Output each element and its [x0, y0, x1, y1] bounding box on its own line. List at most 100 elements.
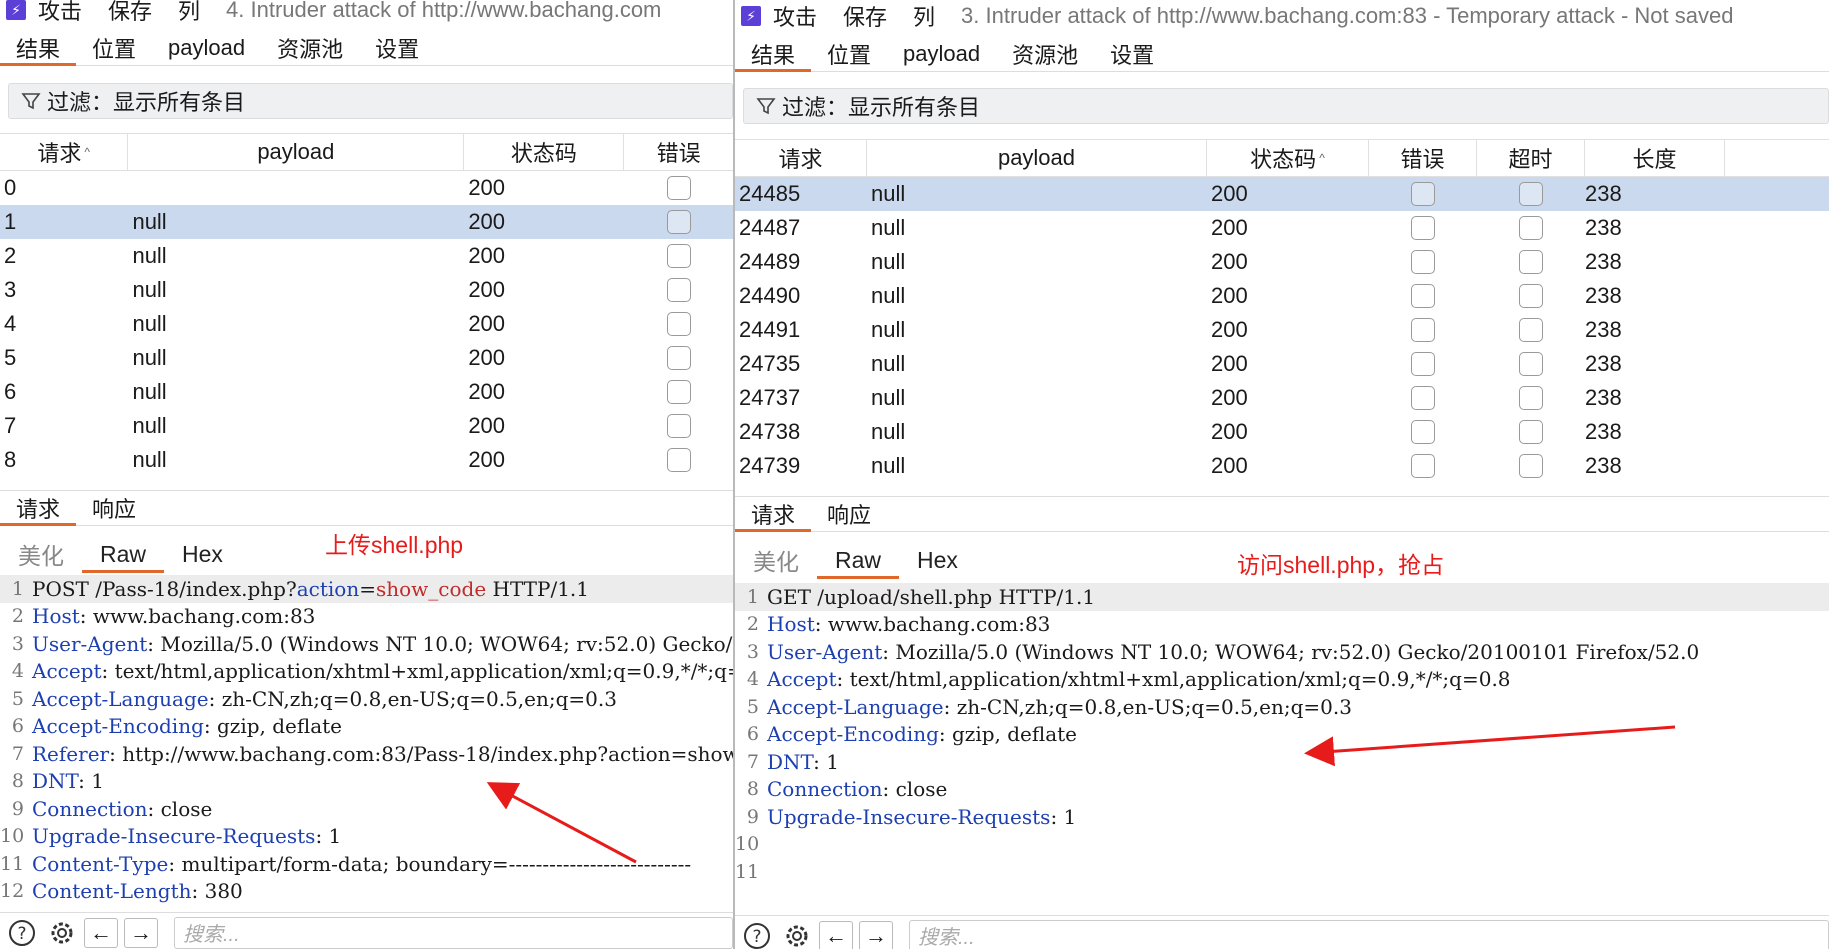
table-row[interactable]: 24739 null 200 238 — [735, 449, 1829, 483]
table-row[interactable]: 7 null 200 — [0, 409, 733, 443]
col-request[interactable]: 请求 ^ — [0, 134, 129, 170]
menu-attack[interactable]: 攻击 — [773, 2, 817, 30]
error-checkbox[interactable] — [1411, 386, 1435, 410]
table-row[interactable]: 24487 null 200 238 — [735, 211, 1829, 245]
cell-error — [1369, 211, 1477, 245]
tab-resource-pool[interactable]: 资源池 — [996, 36, 1094, 71]
search-input[interactable]: 搜索... — [909, 919, 1829, 949]
tab-request[interactable]: 请求 — [0, 491, 77, 526]
col-status[interactable]: 状态码 ^ — [1207, 140, 1369, 176]
timeout-checkbox[interactable] — [1519, 386, 1543, 410]
table-row[interactable]: 2 null 200 — [0, 239, 733, 273]
error-checkbox[interactable] — [666, 380, 691, 404]
col-error[interactable]: 错误 — [624, 134, 733, 170]
col-request[interactable]: 请求 — [735, 140, 867, 176]
col-length[interactable]: 长度 — [1585, 140, 1725, 176]
table-row[interactable]: 24737 null 200 238 — [735, 381, 1829, 415]
table-row[interactable]: 24490 null 200 238 — [735, 279, 1829, 313]
col-timeout[interactable]: 超时 — [1477, 140, 1585, 176]
search-input[interactable]: 搜索... — [174, 916, 733, 949]
timeout-checkbox[interactable] — [1519, 250, 1543, 274]
menu-save[interactable]: 保存 — [843, 2, 887, 30]
table-row[interactable]: 4 null 200 — [0, 307, 733, 341]
error-checkbox[interactable] — [1411, 250, 1435, 274]
tab-hex[interactable]: Hex — [164, 535, 241, 573]
table-row[interactable]: 24491 null 200 238 — [735, 313, 1829, 347]
error-checkbox[interactable] — [666, 448, 691, 472]
error-checkbox[interactable] — [1411, 420, 1435, 444]
right-request-editor[interactable]: 1 GET /upload/shell.php HTTP/1.1 2 Host: ww… — [735, 583, 1829, 913]
tab-results[interactable]: 结果 — [735, 36, 812, 72]
error-checkbox[interactable] — [666, 176, 691, 200]
col-error[interactable]: 错误 — [1369, 140, 1477, 176]
table-row[interactable]: 24735 null 200 238 — [735, 347, 1829, 381]
error-checkbox[interactable] — [1411, 352, 1435, 376]
tab-raw[interactable]: Raw — [82, 535, 165, 573]
timeout-checkbox[interactable] — [1519, 420, 1543, 444]
left-request-editor[interactable]: 1 POST /Pass-18/index.php?action=show_cod… — [0, 575, 733, 911]
menu-save[interactable]: 保存 — [108, 0, 152, 24]
error-checkbox[interactable] — [666, 346, 691, 370]
timeout-checkbox[interactable] — [1519, 284, 1543, 308]
tab-payload[interactable]: payload — [152, 30, 261, 65]
col-status[interactable]: 状态码 — [464, 134, 625, 170]
sort-asc-icon: ^ — [1319, 151, 1325, 165]
cell-error — [624, 443, 733, 477]
cell-request: 24485 — [739, 181, 801, 206]
timeout-checkbox[interactable] — [1519, 454, 1543, 478]
table-header: 请求 ^ payload 状态码 错误 — [0, 133, 733, 171]
menu-attack[interactable]: 攻击 — [38, 0, 82, 24]
error-checkbox[interactable] — [666, 244, 691, 268]
back-arrow-icon[interactable]: ← — [819, 920, 853, 949]
menu-columns[interactable]: 列 — [178, 0, 200, 24]
error-checkbox[interactable] — [1411, 318, 1435, 342]
help-icon[interactable]: ? — [4, 915, 40, 949]
table-row[interactable]: 3 null 200 — [0, 273, 733, 307]
tab-request[interactable]: 请求 — [735, 497, 812, 532]
tab-positions[interactable]: 位置 — [76, 30, 152, 65]
table-row[interactable]: 24738 null 200 238 — [735, 415, 1829, 449]
error-checkbox[interactable] — [666, 210, 691, 234]
tab-raw[interactable]: Raw — [817, 541, 900, 579]
tab-settings[interactable]: 设置 — [1094, 36, 1170, 71]
back-arrow-icon[interactable]: ← — [84, 917, 118, 948]
table-row[interactable]: 24485 null 200 238 — [735, 177, 1829, 211]
timeout-checkbox[interactable] — [1519, 352, 1543, 376]
gear-icon[interactable] — [779, 918, 815, 949]
filter-bar[interactable]: 过滤：显示所有条目 — [8, 83, 733, 119]
table-row[interactable]: 24489 null 200 238 — [735, 245, 1829, 279]
table-row[interactable]: 8 null 200 — [0, 443, 733, 477]
tab-hex[interactable]: Hex — [899, 541, 976, 579]
error-checkbox[interactable] — [666, 414, 691, 438]
tab-settings[interactable]: 设置 — [359, 30, 435, 65]
error-checkbox[interactable] — [666, 312, 691, 336]
error-checkbox[interactable] — [1411, 454, 1435, 478]
timeout-checkbox[interactable] — [1519, 216, 1543, 240]
tab-response[interactable]: 响应 — [811, 497, 887, 531]
gear-icon[interactable] — [44, 915, 80, 949]
forward-arrow-icon[interactable]: → — [859, 920, 893, 949]
col-payload[interactable]: payload — [867, 140, 1207, 176]
menu-columns[interactable]: 列 — [913, 2, 935, 30]
error-checkbox[interactable] — [1411, 182, 1435, 206]
tab-results[interactable]: 结果 — [0, 30, 77, 66]
help-icon[interactable]: ? — [739, 918, 775, 949]
table-row[interactable]: 0 200 — [0, 171, 733, 205]
error-checkbox[interactable] — [1411, 284, 1435, 308]
tab-pretty[interactable]: 美化 — [0, 535, 82, 573]
timeout-checkbox[interactable] — [1519, 318, 1543, 342]
tab-payload[interactable]: payload — [887, 36, 996, 71]
tab-resource-pool[interactable]: 资源池 — [261, 30, 359, 65]
error-checkbox[interactable] — [1411, 216, 1435, 240]
tab-positions[interactable]: 位置 — [811, 36, 887, 71]
filter-bar[interactable]: 过滤：显示所有条目 — [743, 88, 1829, 124]
table-row[interactable]: 6 null 200 — [0, 375, 733, 409]
tab-pretty[interactable]: 美化 — [735, 541, 817, 579]
error-checkbox[interactable] — [666, 278, 691, 302]
col-payload[interactable]: payload — [128, 134, 465, 170]
forward-arrow-icon[interactable]: → — [124, 917, 158, 948]
table-row[interactable]: 1 null 200 — [0, 205, 733, 239]
tab-response[interactable]: 响应 — [76, 491, 152, 525]
table-row[interactable]: 5 null 200 — [0, 341, 733, 375]
timeout-checkbox[interactable] — [1519, 182, 1543, 206]
